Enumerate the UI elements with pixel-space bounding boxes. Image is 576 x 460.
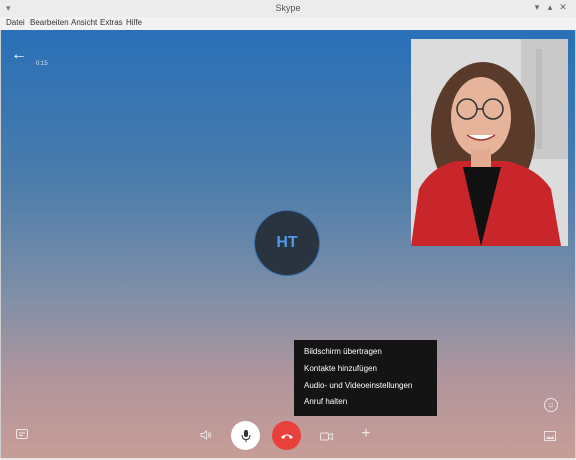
chat-icon[interactable]: [15, 428, 29, 440]
menu-item-hold-call[interactable]: Anruf halten: [304, 397, 347, 406]
minimize-button[interactable]: ▾: [531, 2, 543, 13]
menu-hilfe[interactable]: Hilfe: [126, 18, 142, 27]
smiley-icon[interactable]: [544, 398, 558, 412]
hang-up-icon: [280, 434, 293, 439]
call-view: ← 0:15 HT Bildschirm übertragen Kontakte…: [0, 30, 576, 458]
menu-item-share-screen[interactable]: Bildschirm übertragen: [304, 347, 382, 356]
menu-datei[interactable]: Datei: [6, 18, 25, 27]
avatar-initials: HT: [276, 234, 298, 251]
contact-avatar: HT: [254, 210, 320, 276]
self-video-preview[interactable]: [411, 39, 568, 246]
hang-up-button[interactable]: [272, 421, 301, 450]
window-title: Skype: [275, 3, 301, 13]
speaker-icon[interactable]: [199, 429, 213, 441]
menu-ansicht[interactable]: Ansicht: [71, 18, 97, 27]
call-timer: 0:15: [36, 61, 48, 67]
title-bar: ▾ Skype ▾ ▴ ✕: [0, 0, 576, 18]
call-options-menu: Bildschirm übertragen Kontakte hinzufüge…: [294, 340, 437, 416]
back-arrow-icon[interactable]: ←: [11, 46, 27, 64]
maximize-button[interactable]: ▴: [544, 2, 556, 13]
menu-bearbeiten[interactable]: Bearbeiten: [30, 18, 69, 27]
image-icon[interactable]: [543, 430, 556, 441]
microphone-icon: [241, 429, 250, 442]
microphone-button[interactable]: [231, 421, 260, 450]
menu-extras[interactable]: Extras: [100, 18, 123, 27]
camera-icon[interactable]: [319, 430, 333, 442]
menu-item-add-contacts[interactable]: Kontakte hinzufügen: [304, 364, 377, 373]
video-frame-image: [411, 39, 568, 246]
menu-bar: Datei Bearbeiten Ansicht Extras Hilfe: [0, 17, 576, 31]
menu-item-audio-video-settings[interactable]: Audio- und Videoeinstellungen: [304, 381, 412, 390]
add-button[interactable]: +: [359, 425, 373, 442]
close-button[interactable]: ✕: [557, 2, 569, 13]
